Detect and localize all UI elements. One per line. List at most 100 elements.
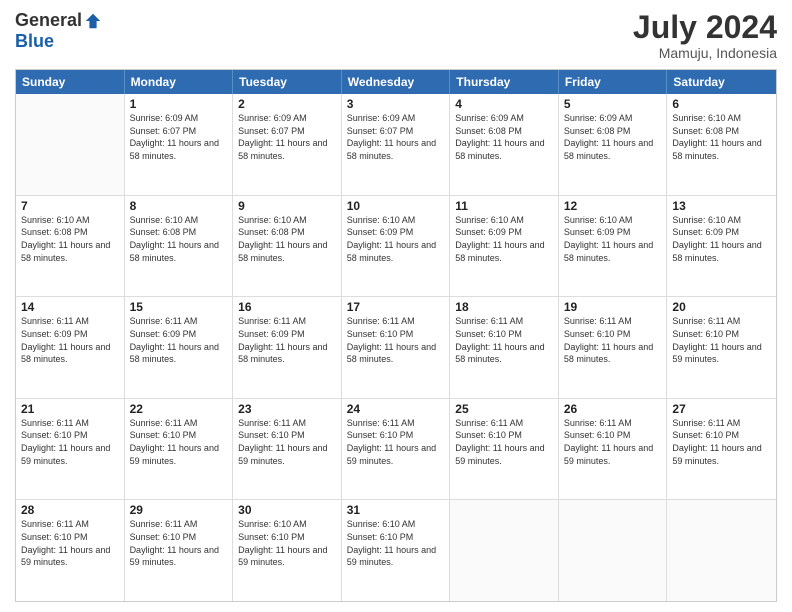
calendar-cell: 3Sunrise: 6:09 AM Sunset: 6:07 PM Daylig… — [342, 94, 451, 195]
day-info: Sunrise: 6:11 AM Sunset: 6:10 PM Dayligh… — [564, 315, 662, 365]
day-info: Sunrise: 6:09 AM Sunset: 6:07 PM Dayligh… — [347, 112, 445, 162]
month-title: July 2024 — [633, 10, 777, 45]
calendar-cell: 4Sunrise: 6:09 AM Sunset: 6:08 PM Daylig… — [450, 94, 559, 195]
calendar-cell: 31Sunrise: 6:10 AM Sunset: 6:10 PM Dayli… — [342, 500, 451, 601]
day-number: 26 — [564, 402, 662, 416]
calendar-cell: 6Sunrise: 6:10 AM Sunset: 6:08 PM Daylig… — [667, 94, 776, 195]
day-info: Sunrise: 6:11 AM Sunset: 6:09 PM Dayligh… — [21, 315, 119, 365]
day-number: 31 — [347, 503, 445, 517]
calendar-cell: 30Sunrise: 6:10 AM Sunset: 6:10 PM Dayli… — [233, 500, 342, 601]
calendar-row-4: 21Sunrise: 6:11 AM Sunset: 6:10 PM Dayli… — [16, 399, 776, 501]
day-number: 6 — [672, 97, 771, 111]
header-day-thursday: Thursday — [450, 70, 559, 94]
day-info: Sunrise: 6:11 AM Sunset: 6:10 PM Dayligh… — [455, 315, 553, 365]
calendar-cell: 7Sunrise: 6:10 AM Sunset: 6:08 PM Daylig… — [16, 196, 125, 297]
calendar-cell: 2Sunrise: 6:09 AM Sunset: 6:07 PM Daylig… — [233, 94, 342, 195]
calendar-cell: 11Sunrise: 6:10 AM Sunset: 6:09 PM Dayli… — [450, 196, 559, 297]
day-info: Sunrise: 6:11 AM Sunset: 6:10 PM Dayligh… — [130, 417, 228, 467]
calendar-cell: 13Sunrise: 6:10 AM Sunset: 6:09 PM Dayli… — [667, 196, 776, 297]
day-number: 14 — [21, 300, 119, 314]
day-number: 24 — [347, 402, 445, 416]
page: General Blue July 2024 Mamuju, Indonesia… — [0, 0, 792, 612]
day-info: Sunrise: 6:09 AM Sunset: 6:07 PM Dayligh… — [238, 112, 336, 162]
day-number: 13 — [672, 199, 771, 213]
calendar-body: 1Sunrise: 6:09 AM Sunset: 6:07 PM Daylig… — [16, 94, 776, 601]
day-info: Sunrise: 6:11 AM Sunset: 6:10 PM Dayligh… — [238, 417, 336, 467]
day-number: 27 — [672, 402, 771, 416]
day-number: 19 — [564, 300, 662, 314]
calendar-header: SundayMondayTuesdayWednesdayThursdayFrid… — [16, 70, 776, 94]
day-number: 3 — [347, 97, 445, 111]
calendar-cell: 1Sunrise: 6:09 AM Sunset: 6:07 PM Daylig… — [125, 94, 234, 195]
calendar-cell: 22Sunrise: 6:11 AM Sunset: 6:10 PM Dayli… — [125, 399, 234, 500]
day-number: 25 — [455, 402, 553, 416]
calendar-cell: 19Sunrise: 6:11 AM Sunset: 6:10 PM Dayli… — [559, 297, 668, 398]
day-info: Sunrise: 6:09 AM Sunset: 6:07 PM Dayligh… — [130, 112, 228, 162]
calendar-cell: 9Sunrise: 6:10 AM Sunset: 6:08 PM Daylig… — [233, 196, 342, 297]
calendar-cell: 16Sunrise: 6:11 AM Sunset: 6:09 PM Dayli… — [233, 297, 342, 398]
calendar-row-2: 7Sunrise: 6:10 AM Sunset: 6:08 PM Daylig… — [16, 196, 776, 298]
day-info: Sunrise: 6:11 AM Sunset: 6:09 PM Dayligh… — [130, 315, 228, 365]
calendar-row-3: 14Sunrise: 6:11 AM Sunset: 6:09 PM Dayli… — [16, 297, 776, 399]
day-number: 4 — [455, 97, 553, 111]
day-info: Sunrise: 6:09 AM Sunset: 6:08 PM Dayligh… — [564, 112, 662, 162]
day-info: Sunrise: 6:11 AM Sunset: 6:10 PM Dayligh… — [672, 417, 771, 467]
calendar-cell: 18Sunrise: 6:11 AM Sunset: 6:10 PM Dayli… — [450, 297, 559, 398]
logo-blue-text: Blue — [15, 31, 54, 52]
day-info: Sunrise: 6:10 AM Sunset: 6:10 PM Dayligh… — [238, 518, 336, 568]
day-info: Sunrise: 6:09 AM Sunset: 6:08 PM Dayligh… — [455, 112, 553, 162]
logo-general-text: General — [15, 10, 82, 31]
day-number: 10 — [347, 199, 445, 213]
header: General Blue July 2024 Mamuju, Indonesia — [15, 10, 777, 61]
calendar-cell: 26Sunrise: 6:11 AM Sunset: 6:10 PM Dayli… — [559, 399, 668, 500]
day-info: Sunrise: 6:10 AM Sunset: 6:08 PM Dayligh… — [672, 112, 771, 162]
calendar-cell: 15Sunrise: 6:11 AM Sunset: 6:09 PM Dayli… — [125, 297, 234, 398]
day-info: Sunrise: 6:11 AM Sunset: 6:10 PM Dayligh… — [130, 518, 228, 568]
day-info: Sunrise: 6:10 AM Sunset: 6:10 PM Dayligh… — [347, 518, 445, 568]
day-info: Sunrise: 6:11 AM Sunset: 6:10 PM Dayligh… — [347, 315, 445, 365]
day-info: Sunrise: 6:10 AM Sunset: 6:08 PM Dayligh… — [130, 214, 228, 264]
calendar-cell: 10Sunrise: 6:10 AM Sunset: 6:09 PM Dayli… — [342, 196, 451, 297]
day-number: 5 — [564, 97, 662, 111]
calendar-row-5: 28Sunrise: 6:11 AM Sunset: 6:10 PM Dayli… — [16, 500, 776, 601]
calendar-cell: 28Sunrise: 6:11 AM Sunset: 6:10 PM Dayli… — [16, 500, 125, 601]
calendar-cell — [559, 500, 668, 601]
day-info: Sunrise: 6:11 AM Sunset: 6:10 PM Dayligh… — [21, 518, 119, 568]
header-day-wednesday: Wednesday — [342, 70, 451, 94]
day-info: Sunrise: 6:10 AM Sunset: 6:09 PM Dayligh… — [564, 214, 662, 264]
day-number: 28 — [21, 503, 119, 517]
calendar-cell: 8Sunrise: 6:10 AM Sunset: 6:08 PM Daylig… — [125, 196, 234, 297]
day-number: 2 — [238, 97, 336, 111]
day-number: 23 — [238, 402, 336, 416]
day-number: 21 — [21, 402, 119, 416]
day-info: Sunrise: 6:11 AM Sunset: 6:10 PM Dayligh… — [455, 417, 553, 467]
day-number: 12 — [564, 199, 662, 213]
day-info: Sunrise: 6:11 AM Sunset: 6:10 PM Dayligh… — [564, 417, 662, 467]
header-day-friday: Friday — [559, 70, 668, 94]
location: Mamuju, Indonesia — [633, 45, 777, 61]
day-number: 11 — [455, 199, 553, 213]
day-info: Sunrise: 6:11 AM Sunset: 6:10 PM Dayligh… — [21, 417, 119, 467]
calendar-cell: 23Sunrise: 6:11 AM Sunset: 6:10 PM Dayli… — [233, 399, 342, 500]
day-info: Sunrise: 6:10 AM Sunset: 6:08 PM Dayligh… — [21, 214, 119, 264]
calendar-cell: 14Sunrise: 6:11 AM Sunset: 6:09 PM Dayli… — [16, 297, 125, 398]
title-area: July 2024 Mamuju, Indonesia — [633, 10, 777, 61]
day-info: Sunrise: 6:11 AM Sunset: 6:10 PM Dayligh… — [672, 315, 771, 365]
day-number: 9 — [238, 199, 336, 213]
calendar-cell: 12Sunrise: 6:10 AM Sunset: 6:09 PM Dayli… — [559, 196, 668, 297]
calendar-cell: 29Sunrise: 6:11 AM Sunset: 6:10 PM Dayli… — [125, 500, 234, 601]
header-day-tuesday: Tuesday — [233, 70, 342, 94]
header-day-monday: Monday — [125, 70, 234, 94]
day-number: 1 — [130, 97, 228, 111]
day-number: 17 — [347, 300, 445, 314]
day-number: 18 — [455, 300, 553, 314]
day-info: Sunrise: 6:10 AM Sunset: 6:09 PM Dayligh… — [347, 214, 445, 264]
day-number: 16 — [238, 300, 336, 314]
calendar-cell — [450, 500, 559, 601]
header-day-sunday: Sunday — [16, 70, 125, 94]
day-number: 29 — [130, 503, 228, 517]
day-info: Sunrise: 6:10 AM Sunset: 6:09 PM Dayligh… — [672, 214, 771, 264]
day-number: 7 — [21, 199, 119, 213]
day-number: 15 — [130, 300, 228, 314]
header-day-saturday: Saturday — [667, 70, 776, 94]
